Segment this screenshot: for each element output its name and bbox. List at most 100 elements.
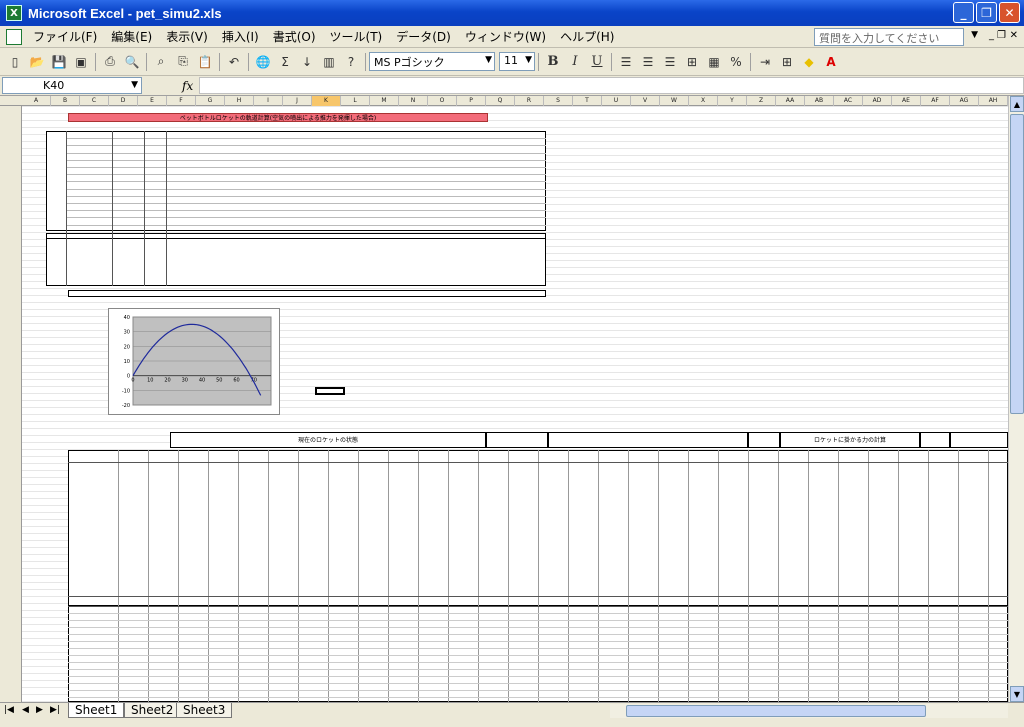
bold-button[interactable]: B — [543, 52, 563, 72]
indent-icon[interactable]: ⇥ — [755, 52, 775, 72]
prev-sheet-icon[interactable]: ◀ — [22, 705, 29, 715]
borders-icon[interactable]: ⊞ — [777, 52, 797, 72]
column-header-u[interactable]: U — [602, 96, 631, 106]
scroll-up-icon[interactable]: ▲ — [1010, 96, 1024, 112]
sort-ascending-icon[interactable]: ↓ — [297, 52, 317, 72]
column-header-p[interactable]: P — [457, 96, 486, 106]
workbook-icon[interactable] — [6, 28, 22, 45]
hyperlink-icon[interactable]: 🌐 — [253, 52, 273, 72]
column-header-ab[interactable]: AB — [805, 96, 834, 106]
column-header-t[interactable]: T — [573, 96, 602, 106]
doc-minimize-icon[interactable]: _ — [989, 30, 994, 41]
menu-edit[interactable]: 編集(E) — [104, 26, 159, 47]
align-right-icon[interactable]: ☰ — [660, 52, 680, 72]
horizontal-scrollbar[interactable] — [610, 704, 1008, 718]
column-header-e[interactable]: E — [138, 96, 167, 106]
column-header-n[interactable]: N — [399, 96, 428, 106]
column-header-ag[interactable]: AG — [950, 96, 979, 106]
help-dropdown-icon[interactable]: ▼ — [971, 30, 978, 40]
font-name-select[interactable]: MS Pゴシック ▼ — [369, 52, 495, 71]
last-sheet-icon[interactable]: ▶| — [50, 705, 60, 715]
column-header-s[interactable]: S — [544, 96, 573, 106]
merge-center-icon[interactable]: ⊞ — [682, 52, 702, 72]
formula-input[interactable] — [199, 77, 1024, 94]
undo-icon[interactable]: ↶ — [224, 52, 244, 72]
tab-sheet3[interactable]: Sheet3 — [176, 703, 233, 718]
column-header-v[interactable]: V — [631, 96, 660, 106]
save-icon[interactable]: 💾 — [49, 52, 69, 72]
minimize-button[interactable]: _ — [953, 2, 974, 23]
paste-icon[interactable]: 📋 — [195, 52, 215, 72]
column-header-o[interactable]: O — [428, 96, 457, 106]
menu-window[interactable]: ウィンドウ(W) — [458, 26, 553, 47]
close-button[interactable]: ✕ — [999, 2, 1020, 23]
column-header-c[interactable]: C — [80, 96, 109, 106]
column-header-ad[interactable]: AD — [863, 96, 892, 106]
print-preview-icon[interactable]: 🔍 — [122, 52, 142, 72]
column-header-l[interactable]: L — [341, 96, 370, 106]
menu-insert[interactable]: 挿入(I) — [215, 26, 266, 47]
chart-wizard-icon[interactable]: ▥ — [319, 52, 339, 72]
horizontal-scroll-thumb[interactable] — [626, 705, 926, 717]
fill-color-icon[interactable]: ◆ — [799, 52, 819, 72]
column-header-q[interactable]: Q — [486, 96, 515, 106]
autosum-icon[interactable]: Σ — [275, 52, 295, 72]
doc-restore-icon[interactable]: ❐ — [997, 30, 1006, 41]
column-header-x[interactable]: X — [689, 96, 718, 106]
new-icon[interactable]: ▯ — [5, 52, 25, 72]
menu-format[interactable]: 書式(O) — [266, 26, 323, 47]
column-header-m[interactable]: M — [370, 96, 399, 106]
column-header-b[interactable]: B — [51, 96, 80, 106]
menu-view[interactable]: 表示(V) — [159, 26, 215, 47]
print-icon[interactable]: ⎙ — [100, 52, 120, 72]
menu-help[interactable]: ヘルプ(H) — [553, 26, 621, 47]
insert-function-icon[interactable]: fx — [182, 79, 193, 93]
font-size-dropdown-icon[interactable]: ▼ — [525, 55, 532, 65]
name-box[interactable]: K40 ▼ — [2, 77, 142, 94]
doc-close-icon[interactable]: ✕ — [1010, 30, 1018, 41]
vertical-scrollbar[interactable]: ▲ ▼ — [1008, 96, 1024, 702]
next-sheet-icon[interactable]: ▶ — [36, 705, 43, 715]
percent-button[interactable]: % — [726, 52, 746, 72]
help-question-input[interactable]: 質問を入力してください — [814, 28, 964, 46]
column-header-aa[interactable]: AA — [776, 96, 805, 106]
font-size-select[interactable]: 11 ▼ — [499, 52, 535, 71]
menu-tools[interactable]: ツール(T) — [323, 26, 390, 47]
align-center-icon[interactable]: ☰ — [638, 52, 658, 72]
research-icon[interactable]: ⌕ — [151, 52, 171, 72]
underline-button[interactable]: U — [587, 52, 607, 72]
column-header-g[interactable]: G — [196, 96, 225, 106]
column-header-a[interactable]: A — [22, 96, 51, 106]
menu-file[interactable]: ファイル(F) — [26, 26, 104, 47]
trajectory-chart[interactable]: 40 30 20 10 0 -10 -20 0 10 20 30 40 50 60 70 — [108, 308, 280, 415]
column-header-r[interactable]: R — [515, 96, 544, 106]
menu-data[interactable]: データ(D) — [389, 26, 458, 47]
first-sheet-icon[interactable]: |◀ — [4, 705, 14, 715]
column-header-w[interactable]: W — [660, 96, 689, 106]
column-header-z[interactable]: Z — [747, 96, 776, 106]
open-icon[interactable]: 📂 — [27, 52, 47, 72]
column-header-y[interactable]: Y — [718, 96, 747, 106]
scroll-down-icon[interactable]: ▼ — [1010, 686, 1024, 702]
column-header-d[interactable]: D — [109, 96, 138, 106]
selected-cell-k40[interactable] — [315, 387, 345, 395]
column-header-i[interactable]: I — [254, 96, 283, 106]
column-header-j[interactable]: J — [283, 96, 312, 106]
font-color-icon[interactable]: A — [821, 52, 841, 72]
align-left-icon[interactable]: ☰ — [616, 52, 636, 72]
column-header-f[interactable]: F — [167, 96, 196, 106]
column-header-ah[interactable]: AH — [979, 96, 1008, 106]
column-header-h[interactable]: H — [225, 96, 254, 106]
tab-sheet2[interactable]: Sheet2 — [124, 703, 181, 718]
help-icon[interactable]: ? — [341, 52, 361, 72]
worksheet[interactable]: A B C D E F G H I J K L M N O P Q R S T U V W X Y Z AA AB AC AD AE AF AG… — [0, 96, 1008, 702]
column-header-k[interactable]: K — [312, 96, 341, 106]
column-header-ae[interactable]: AE — [892, 96, 921, 106]
copy-icon[interactable]: ⎘ — [173, 52, 193, 72]
vertical-scroll-thumb[interactable] — [1010, 114, 1024, 414]
column-header-af[interactable]: AF — [921, 96, 950, 106]
font-name-dropdown-icon[interactable]: ▼ — [485, 55, 492, 65]
italic-button[interactable]: I — [565, 52, 585, 72]
column-header-ac[interactable]: AC — [834, 96, 863, 106]
currency-icon[interactable]: ▦ — [704, 52, 724, 72]
